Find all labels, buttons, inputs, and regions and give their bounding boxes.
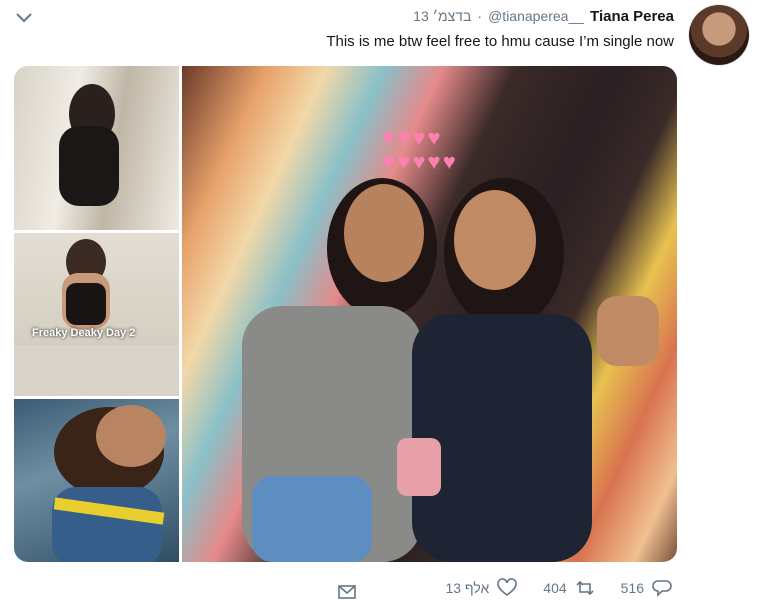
author-handle[interactable]: @tianaperea__ [488, 8, 584, 24]
reply-icon [652, 580, 672, 597]
reply-count: 516 [620, 580, 644, 596]
reply-button[interactable]: 516 [621, 578, 672, 598]
chevron-down-icon[interactable] [14, 8, 34, 28]
mail-icon[interactable] [337, 582, 357, 602]
media-thumbnail-1[interactable] [14, 66, 179, 230]
like-count: 13 אלף [445, 580, 490, 596]
like-button[interactable]: 13 אלף [445, 578, 518, 598]
separator-dot: · [477, 8, 483, 24]
retweet-button[interactable]: 404 [543, 578, 594, 598]
tweet-header: Tiana Perea @tianaperea__ · 13 בדצמ׳ [413, 8, 674, 28]
heart-icon [497, 578, 518, 596]
media-thumbnail-3[interactable] [14, 399, 179, 562]
avatar[interactable] [689, 5, 749, 65]
media-overlay-text: Freaky Deaky Day 2 [32, 327, 136, 339]
tweet-actions: 516 404 13 אלף [419, 578, 672, 598]
retweet-count: 404 [543, 580, 567, 596]
media-thumbnail-2[interactable]: Freaky Deaky Day 2 [14, 233, 179, 396]
author-name[interactable]: Tiana Perea [590, 8, 674, 25]
retweet-icon [576, 580, 594, 596]
media-grid: Freaky Deaky Day 2 ♥ ♥ ♥ ♥ ♥ ♥ ♥ ♥ ♥ [14, 66, 677, 562]
tweet-text: This is me btw feel free to hmu cause I’… [326, 33, 674, 50]
media-main-photo[interactable]: ♥ ♥ ♥ ♥ ♥ ♥ ♥ ♥ ♥ [182, 66, 677, 562]
tweet-date[interactable]: 13 בדצמ׳ [413, 8, 471, 24]
